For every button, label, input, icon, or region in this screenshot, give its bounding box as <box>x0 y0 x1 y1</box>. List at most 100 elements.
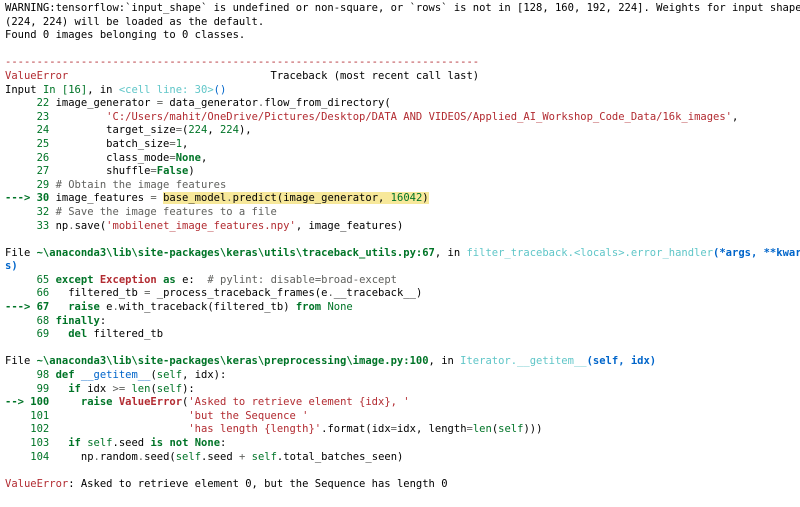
output-text: e: <box>175 273 208 286</box>
output-text: >= <box>112 382 126 395</box>
output-text: self <box>87 437 113 449</box>
output-text: 22 <box>5 97 50 110</box>
output-line: ---> 30 image_features = base_model.pred… <box>5 192 795 206</box>
output-line: File ~\anaconda3\lib\site-packages\keras… <box>5 355 795 369</box>
output-text: flow_from_directory( <box>264 97 391 110</box>
output-text: image_generator <box>49 97 157 110</box>
output-text: ValueError <box>5 477 69 490</box>
output-text: Traceback (most recent call last) <box>68 69 480 82</box>
output-text: None <box>175 151 201 164</box>
output-line: Found 0 images belonging to 0 classes. <box>5 29 795 43</box>
output-text: self <box>498 423 524 436</box>
output-text: from <box>295 301 322 314</box>
output-text: seed <box>118 437 151 449</box>
output-text: 16042 <box>390 192 423 205</box>
output-line: 69 del filtered_tb <box>5 328 795 342</box>
output-text: _process_traceback_frames(e <box>150 287 328 300</box>
output-text: , image_features) <box>295 219 404 232</box>
output-line: 23 'C:/Users/mahit/OneDrive/Pictures/Des… <box>5 111 795 125</box>
output-text: 65 <box>5 273 50 286</box>
output-text: del <box>68 328 88 341</box>
output-text: s) <box>5 260 18 273</box>
output-line: ValueError Traceback (most recent call l… <box>5 70 795 84</box>
output-text: File <box>5 246 37 259</box>
output-text: WARNING:tensorflow:`input_shape` is unde… <box>5 2 800 14</box>
output-text: idx <box>80 382 113 395</box>
output-line: 99 if idx >= len(self): <box>5 383 795 397</box>
output-text: len <box>131 382 151 395</box>
output-text: , in <box>434 246 467 259</box>
output-line: File ~\anaconda3\lib\site-packages\keras… <box>5 246 800 261</box>
output-line: 25 batch_size=1, <box>5 138 795 152</box>
output-text: self <box>251 450 277 463</box>
output-text: <cell line: 30> <box>118 83 214 96</box>
output-text: random <box>99 450 138 463</box>
output-text: 25 <box>5 137 50 150</box>
output-text: # Obtain the image features <box>55 178 227 191</box>
output-text: 27 <box>5 165 50 178</box>
output-text: if <box>68 437 81 449</box>
output-line: 27 shuffle=False) <box>5 165 795 179</box>
output-line: 101 'but the Sequence ' <box>5 410 795 424</box>
output-text: . <box>226 192 233 205</box>
output-text: # pylint: disable=broad-except <box>207 273 398 286</box>
output-text: if <box>68 382 81 395</box>
output-text: In [16] <box>42 83 88 96</box>
output-text: ))) <box>523 423 543 436</box>
output-line: s) <box>5 260 795 274</box>
output-text: except <box>55 273 94 286</box>
output-text: idx, length <box>396 423 467 436</box>
output-line: 32 # Save the image features to a file <box>5 206 795 220</box>
output-text: __traceback__) <box>333 287 423 300</box>
output-text: np <box>49 450 94 463</box>
output-line: 66 filtered_tb = _process_traceback_fram… <box>5 287 795 301</box>
output-text: is <box>150 437 164 449</box>
output-text: , <box>201 151 208 164</box>
output-text: 99 <box>5 382 50 395</box>
output-text: batch_size <box>49 137 170 150</box>
output-text: ~\anaconda3\lib\site-packages\keras\prep… <box>36 355 429 368</box>
output-text: 'but the Sequence ' <box>188 409 309 422</box>
output-text: 'mobilenet_image_features.npy' <box>106 219 296 232</box>
output-text: filtered_tb <box>87 328 164 341</box>
output-line: 68 finally: <box>5 315 795 329</box>
output-text: ) <box>422 192 429 205</box>
output-text: 26 <box>5 151 50 164</box>
output-text: 98 <box>5 369 50 382</box>
output-text: ValueError <box>118 396 183 409</box>
output-text: ---> 67 <box>5 301 50 314</box>
output-line: 98 def __getitem__(self, idx): <box>5 369 795 383</box>
output-text: self <box>156 369 183 382</box>
output-text: , <box>182 137 189 150</box>
output-text: Exception <box>99 273 157 286</box>
output-text: ValueError <box>5 69 69 82</box>
output-text: ---> 30 <box>5 192 50 205</box>
output-text: , in <box>428 355 461 368</box>
output-line: 22 image_generator = data_generator.flow… <box>5 97 795 111</box>
output-text: target_size <box>49 124 176 137</box>
output-text: raise <box>80 396 113 409</box>
output-text: 'has length {length}' <box>188 423 322 436</box>
output-line: ----------------------------------------… <box>5 56 795 70</box>
output-text: 33 <box>5 219 50 232</box>
output-text: , in <box>87 83 119 96</box>
output-text: class_mode <box>49 151 170 164</box>
output-text: as <box>163 273 176 286</box>
output-text: 24 <box>5 124 50 137</box>
output-text: filter_traceback.<locals>.error_handler <box>466 246 714 259</box>
output-text: 68 <box>5 314 50 327</box>
output-text: self <box>156 382 183 395</box>
output-text: 224 <box>188 124 208 137</box>
output-text: data_generator <box>163 97 258 110</box>
output-text: save( <box>74 219 107 232</box>
output-text: (*args, **kwarg <box>713 246 800 259</box>
output-line: (224, 224) will be loaded as the default… <box>5 16 795 30</box>
output-text: None <box>327 301 353 314</box>
output-line: 104 np.random.seed(self.seed + self.tota… <box>5 451 795 465</box>
